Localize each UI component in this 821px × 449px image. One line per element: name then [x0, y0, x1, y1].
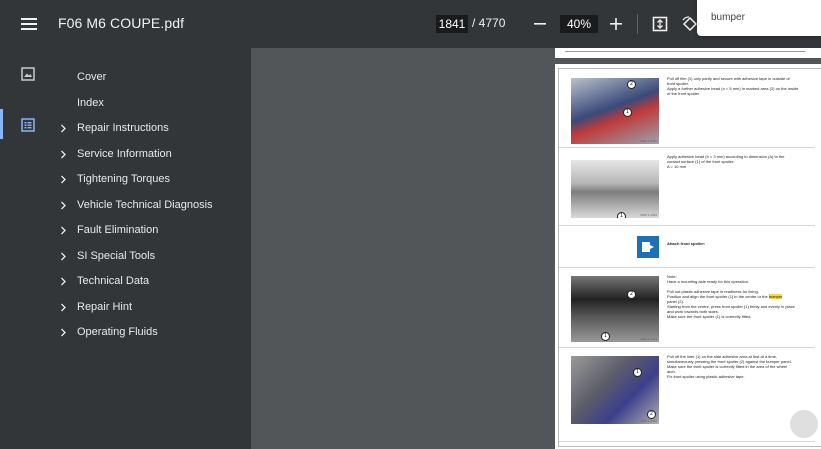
fit-page-icon [652, 16, 668, 32]
chevron-right-icon[interactable] [60, 328, 77, 337]
outline-item[interactable]: Cover [60, 67, 106, 87]
chevron-right-icon[interactable] [60, 150, 77, 159]
zoom-out-button[interactable] [528, 12, 552, 36]
page-frame [558, 68, 821, 447]
outline-item[interactable]: Technical Data [60, 271, 149, 291]
outline-item-label: Cover [77, 71, 107, 83]
outline-item[interactable]: Repair Hint [60, 297, 132, 317]
outline-item-label: Repair Instructions [77, 122, 169, 134]
active-indicator [0, 109, 3, 139]
outline-item[interactable]: Fault Elimination [60, 220, 158, 240]
outline-item[interactable]: Repair Instructions [60, 118, 169, 138]
chevron-right-icon[interactable] [60, 277, 77, 286]
sidebar-rail [0, 48, 56, 449]
chevron-right-icon[interactable] [60, 201, 77, 210]
previous-page [555, 48, 821, 58]
fit-page-button[interactable] [648, 12, 672, 36]
outline-item-label: Index [77, 97, 104, 109]
page-total: / 4770 [472, 16, 506, 30]
outline-item-label: Tightening Torques [77, 173, 170, 185]
search-input[interactable]: bumper [711, 12, 745, 23]
chevron-right-icon[interactable] [60, 303, 77, 312]
outline-item[interactable]: SI Special Tools [60, 246, 155, 266]
chevron-right-icon[interactable] [60, 226, 77, 235]
outline-item-label: Technical Data [77, 275, 150, 287]
outline-item[interactable]: Operating Fluids [60, 322, 158, 342]
rotate-icon [682, 16, 698, 32]
scroll-button[interactable] [790, 410, 818, 438]
sidebar: Cover Index Repair Instructions Service Inf… [0, 48, 251, 449]
toolbar-divider [637, 14, 638, 34]
page-number-input[interactable]: 1841 [436, 15, 468, 33]
outline-item[interactable]: Index [60, 93, 104, 113]
document-title: F06 M6 COUPE.pdf [58, 15, 185, 31]
thumbnails-icon[interactable] [19, 65, 37, 83]
zoom-in-button[interactable] [604, 12, 628, 36]
outline-item[interactable]: Service Information [60, 144, 172, 164]
outline-item-label: Vehicle Technical Diagnosis [77, 199, 213, 211]
previous-page-rule [565, 51, 805, 52]
menu-icon[interactable] [14, 12, 44, 36]
chevron-right-icon[interactable] [60, 124, 77, 133]
chevron-right-icon[interactable] [60, 175, 77, 184]
page-viewer[interactable]: 2 1 0000 1 2345 Pull off film (1) only part… [251, 48, 821, 449]
outline-item-label: SI Special Tools [77, 250, 156, 262]
zoom-input[interactable]: 40% [560, 15, 598, 33]
minus-icon [534, 23, 546, 25]
pdf-viewer-app: F06 M6 COUPE.pdf 1841 / 4770 40% bumper [0, 0, 821, 449]
outline-item-label: Service Information [77, 148, 172, 160]
outline-item[interactable]: Tightening Torques [60, 169, 170, 189]
pdf-page: 2 1 0000 1 2345 Pull off film (1) only part… [555, 64, 821, 449]
chevron-right-icon[interactable] [60, 252, 77, 261]
outline-icon[interactable] [19, 116, 37, 134]
outline-item-label: Repair Hint [77, 301, 133, 313]
search-popup[interactable]: bumper [697, 0, 821, 36]
outline-item-label: Operating Fluids [77, 326, 158, 338]
outline-item[interactable]: Vehicle Technical Diagnosis [60, 195, 213, 215]
outline-item-label: Fault Elimination [77, 224, 159, 236]
plus-icon [610, 18, 622, 30]
